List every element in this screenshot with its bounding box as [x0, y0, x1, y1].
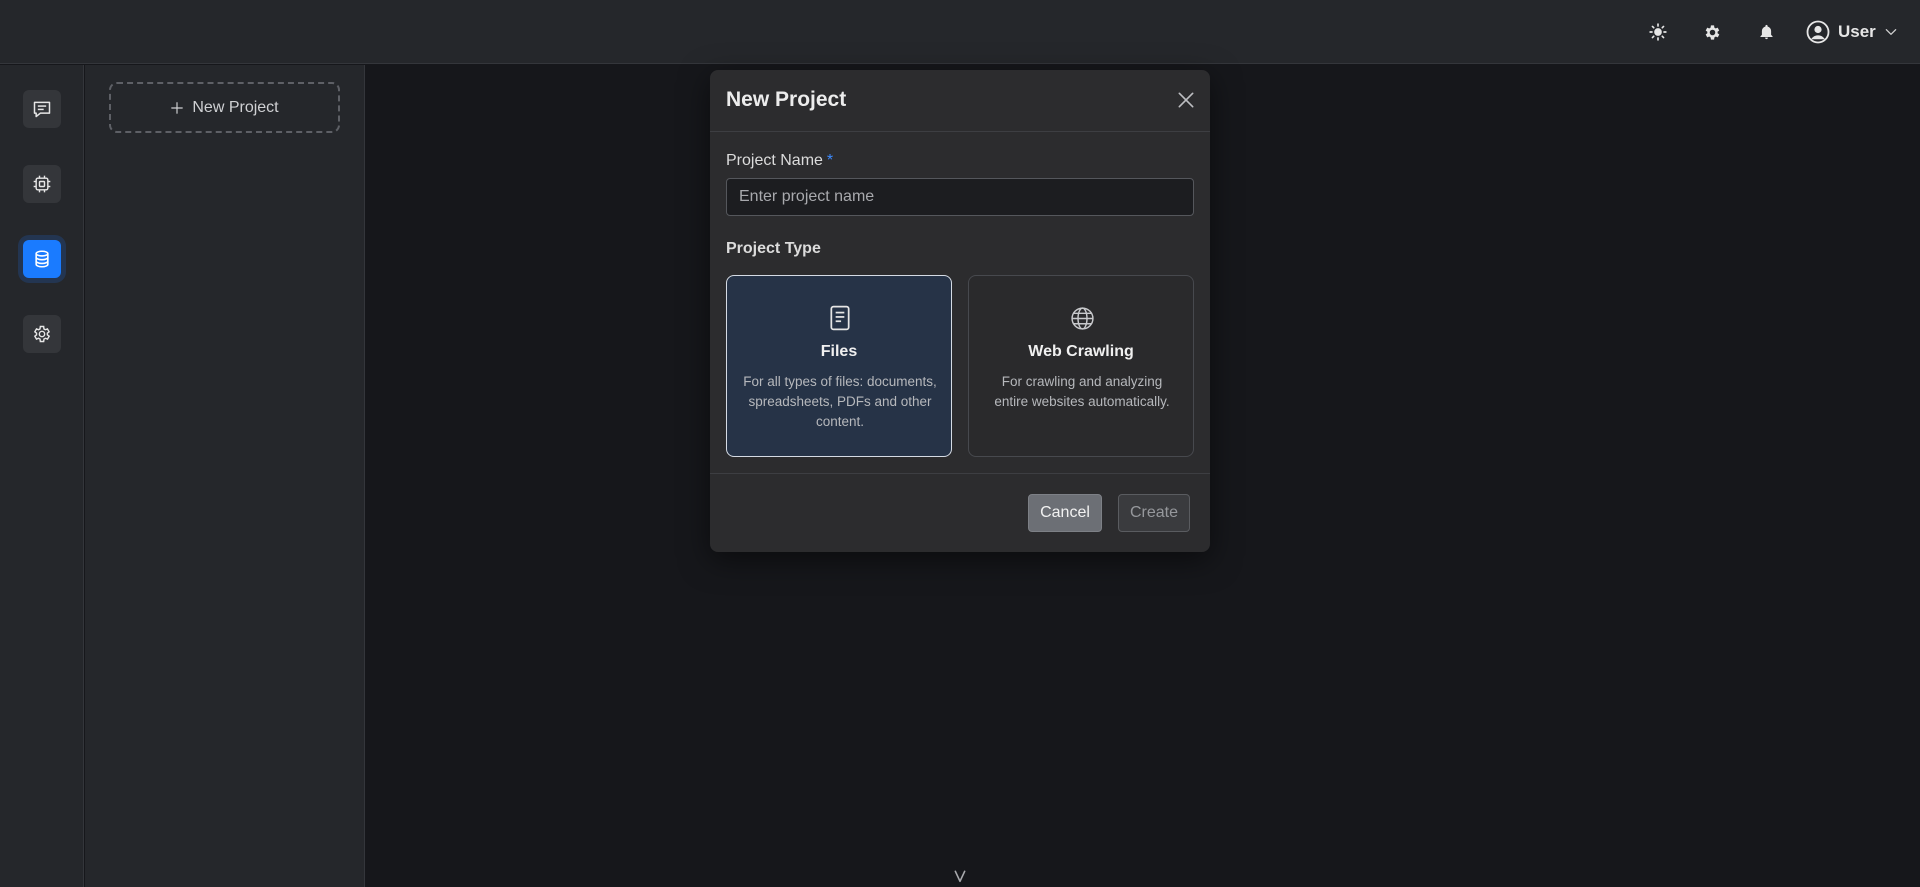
project-name-label: Project Name *: [726, 152, 833, 170]
dialog-title: New Project: [726, 88, 847, 111]
chip-icon: [32, 174, 52, 194]
dialog-header: New Project: [710, 70, 1210, 132]
dialog-footer: Cancel Create: [710, 473, 1210, 552]
rail-item-models[interactable]: [23, 165, 61, 203]
close-button[interactable]: [1174, 88, 1198, 112]
project-type-files[interactable]: Files For all types of files: documents,…: [726, 275, 952, 457]
chevron-down-icon: [952, 868, 968, 884]
new-project-button[interactable]: New Project: [109, 82, 340, 133]
new-project-dialog: New Project Project Name* Project Type F…: [710, 70, 1210, 552]
rail-item-knowledge-base[interactable]: [23, 240, 61, 278]
chat-icon: [32, 99, 52, 119]
gear-icon[interactable]: [1700, 20, 1724, 44]
type-desc-files: For all types of files: documents, sprea…: [743, 374, 937, 429]
required-mark: *: [826, 152, 834, 169]
type-title-web-crawling: Web Crawling: [1028, 343, 1134, 360]
cancel-button[interactable]: Cancel: [1028, 494, 1102, 532]
top-bar: User: [0, 0, 1920, 64]
database-icon: [32, 249, 52, 269]
rail-item-chat[interactable]: [23, 90, 61, 128]
bell-icon[interactable]: [1754, 20, 1778, 44]
sun-icon[interactable]: [1646, 20, 1670, 44]
project-name-input[interactable]: [726, 178, 1194, 216]
scroll-down-button[interactable]: [948, 868, 972, 887]
project-panel: New Project: [85, 65, 365, 887]
user-name: User: [1838, 22, 1876, 41]
chevron-down-icon: [1884, 25, 1898, 39]
project-name-label-text: Project Name: [726, 152, 823, 169]
user-circle-icon: [1806, 20, 1830, 44]
document-icon: [827, 305, 853, 331]
globe-icon: [1069, 305, 1095, 331]
type-title-files: Files: [820, 343, 858, 360]
rail-item-settings[interactable]: [23, 315, 61, 353]
new-project-label: New Project: [192, 98, 279, 116]
type-desc-web-crawling: For crawling and analyzing entire websit…: [994, 374, 1170, 409]
user-menu[interactable]: User: [1806, 18, 1898, 46]
gear-icon: [32, 324, 52, 344]
nav-rail: [0, 65, 84, 887]
close-icon: [1176, 90, 1196, 110]
plus-icon: [170, 101, 184, 115]
project-type-label: Project Type: [726, 240, 821, 257]
create-button[interactable]: Create: [1118, 494, 1190, 532]
project-type-web-crawling[interactable]: Web Crawling For crawling and analyzing …: [968, 275, 1194, 457]
